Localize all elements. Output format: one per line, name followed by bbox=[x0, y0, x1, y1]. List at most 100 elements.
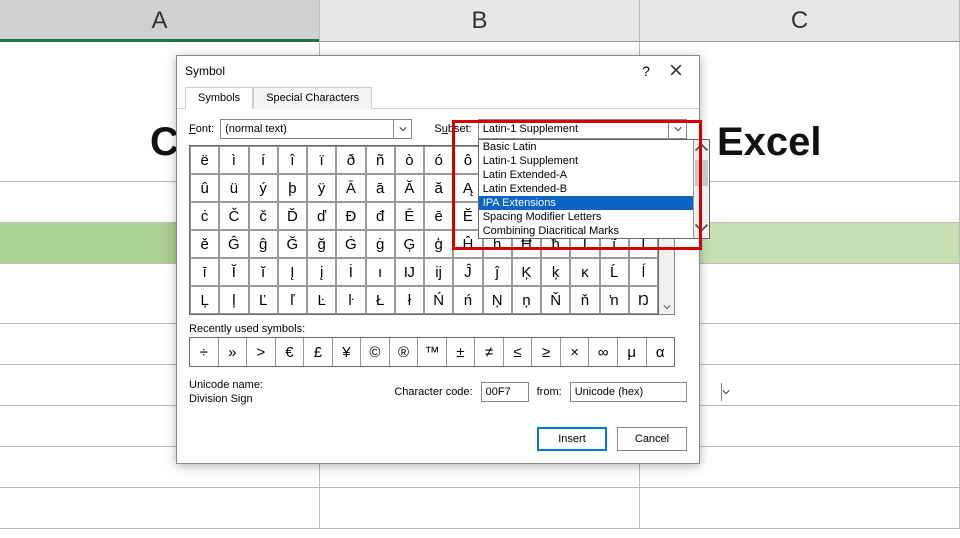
font-combo[interactable] bbox=[220, 119, 412, 139]
symbol-cell[interactable]: į bbox=[307, 258, 336, 286]
symbol-cell[interactable]: ă bbox=[424, 174, 453, 202]
symbol-cell[interactable]: ķ bbox=[541, 258, 570, 286]
symbol-cell[interactable]: ý bbox=[249, 174, 278, 202]
symbol-cell[interactable]: Ŋ bbox=[629, 286, 658, 314]
subset-option[interactable]: Latin-1 Supplement bbox=[479, 154, 693, 168]
symbol-cell[interactable]: ĵ bbox=[483, 258, 512, 286]
from-dropdown-arrow[interactable] bbox=[721, 383, 730, 401]
symbol-cell[interactable]: ĝ bbox=[249, 230, 278, 258]
symbol-cell[interactable]: Ē bbox=[395, 202, 424, 230]
recent-symbol[interactable]: » bbox=[219, 338, 248, 366]
recent-symbol[interactable]: ≤ bbox=[504, 338, 533, 366]
subset-option[interactable]: Combining Diacritical Marks bbox=[479, 224, 693, 238]
symbol-cell[interactable]: í bbox=[249, 146, 278, 174]
symbol-cell[interactable]: Ă bbox=[395, 174, 424, 202]
symbol-cell[interactable]: Ķ bbox=[512, 258, 541, 286]
symbol-cell[interactable]: ĸ bbox=[570, 258, 599, 286]
symbol-cell[interactable]: ľ bbox=[278, 286, 307, 314]
symbol-cell[interactable]: ď bbox=[307, 202, 336, 230]
subset-option[interactable]: Latin Extended-A bbox=[479, 168, 693, 182]
symbol-cell[interactable]: č bbox=[249, 202, 278, 230]
symbol-cell[interactable]: İ bbox=[336, 258, 365, 286]
symbol-cell[interactable]: Ġ bbox=[336, 230, 365, 258]
symbol-cell[interactable]: Ļ bbox=[190, 286, 219, 314]
symbol-cell[interactable]: ò bbox=[395, 146, 424, 174]
symbol-cell[interactable]: ÿ bbox=[307, 174, 336, 202]
symbol-cell[interactable]: ň bbox=[570, 286, 599, 314]
subset-option[interactable]: Spacing Modifier Letters bbox=[479, 210, 693, 224]
subset-dropdown-scrollbar[interactable] bbox=[693, 140, 709, 238]
symbol-cell[interactable]: ï bbox=[307, 146, 336, 174]
symbol-cell[interactable]: đ bbox=[366, 202, 395, 230]
symbol-cell[interactable]: Ģ bbox=[395, 230, 424, 258]
symbol-cell[interactable]: Ď bbox=[278, 202, 307, 230]
from-input[interactable] bbox=[571, 383, 721, 401]
symbol-cell[interactable]: ń bbox=[453, 286, 482, 314]
font-dropdown-arrow[interactable] bbox=[393, 120, 411, 138]
char-code-input[interactable] bbox=[481, 382, 529, 402]
insert-button[interactable]: Insert bbox=[537, 427, 607, 451]
symbol-cell[interactable]: ğ bbox=[307, 230, 336, 258]
recent-symbol[interactable]: > bbox=[247, 338, 276, 366]
symbol-cell[interactable]: ņ bbox=[512, 286, 541, 314]
col-header-c[interactable]: C bbox=[640, 0, 960, 41]
symbol-cell[interactable]: Ĳ bbox=[395, 258, 424, 286]
symbol-cell[interactable]: Ŀ bbox=[307, 286, 336, 314]
from-combo[interactable] bbox=[570, 382, 687, 402]
symbol-cell[interactable]: Ņ bbox=[483, 286, 512, 314]
symbol-cell[interactable]: Ľ bbox=[249, 286, 278, 314]
recent-symbol[interactable]: ± bbox=[447, 338, 476, 366]
recent-symbol[interactable]: ® bbox=[390, 338, 419, 366]
recent-symbol[interactable]: ≠ bbox=[475, 338, 504, 366]
symbol-cell[interactable]: Đ bbox=[336, 202, 365, 230]
symbol-cell[interactable]: þ bbox=[278, 174, 307, 202]
symbol-cell[interactable]: ģ bbox=[424, 230, 453, 258]
cancel-button[interactable]: Cancel bbox=[617, 427, 687, 451]
symbol-cell[interactable]: Ğ bbox=[278, 230, 307, 258]
symbol-cell[interactable]: û bbox=[190, 174, 219, 202]
symbol-cell[interactable]: Ĝ bbox=[219, 230, 248, 258]
symbol-cell[interactable]: ŀ bbox=[336, 286, 365, 314]
symbol-cell[interactable]: î bbox=[278, 146, 307, 174]
symbol-cell[interactable]: ł bbox=[395, 286, 424, 314]
recent-symbol[interactable]: © bbox=[361, 338, 390, 366]
subset-dropdown-arrow[interactable] bbox=[668, 120, 686, 138]
symbol-cell[interactable]: ñ bbox=[366, 146, 395, 174]
recent-symbol[interactable]: £ bbox=[304, 338, 333, 366]
subset-option[interactable]: IPA Extensions bbox=[479, 196, 693, 210]
symbol-cell[interactable]: Ā bbox=[336, 174, 365, 202]
symbol-cell[interactable]: ē bbox=[424, 202, 453, 230]
symbol-cell[interactable]: ë bbox=[190, 146, 219, 174]
subset-combo[interactable] bbox=[478, 119, 687, 139]
font-input[interactable] bbox=[221, 120, 393, 138]
symbol-cell[interactable]: ļ bbox=[219, 286, 248, 314]
recent-symbol[interactable]: × bbox=[561, 338, 590, 366]
symbol-cell[interactable]: ċ bbox=[190, 202, 219, 230]
recent-symbol[interactable]: ∞ bbox=[589, 338, 618, 366]
symbol-cell[interactable]: Ň bbox=[541, 286, 570, 314]
symbol-cell[interactable]: ě bbox=[190, 230, 219, 258]
symbol-cell[interactable]: ĭ bbox=[249, 258, 278, 286]
col-header-b[interactable]: B bbox=[320, 0, 640, 41]
symbol-cell[interactable]: Į bbox=[278, 258, 307, 286]
recent-symbol[interactable]: ≥ bbox=[532, 338, 561, 366]
help-button[interactable]: ? bbox=[631, 63, 661, 79]
symbol-cell[interactable]: Ĵ bbox=[453, 258, 482, 286]
symbol-cell[interactable]: ī bbox=[190, 258, 219, 286]
tab-special-characters[interactable]: Special Characters bbox=[253, 87, 372, 109]
symbol-cell[interactable]: Č bbox=[219, 202, 248, 230]
recent-symbol[interactable]: ™ bbox=[418, 338, 447, 366]
subset-option[interactable]: Basic Latin bbox=[479, 140, 693, 154]
subset-option[interactable]: Latin Extended-B bbox=[479, 182, 693, 196]
tab-symbols[interactable]: Symbols bbox=[185, 87, 253, 109]
symbol-cell[interactable]: Ĭ bbox=[219, 258, 248, 286]
symbol-cell[interactable]: ā bbox=[366, 174, 395, 202]
close-button[interactable] bbox=[661, 63, 691, 79]
symbol-cell[interactable]: ĺ bbox=[629, 258, 658, 286]
subset-input[interactable] bbox=[479, 120, 668, 138]
symbol-cell[interactable]: ı bbox=[366, 258, 395, 286]
symbol-cell[interactable]: ġ bbox=[366, 230, 395, 258]
col-header-a[interactable]: A bbox=[0, 0, 320, 41]
recent-symbol[interactable]: ÷ bbox=[190, 338, 219, 366]
symbol-cell[interactable]: Ń bbox=[424, 286, 453, 314]
